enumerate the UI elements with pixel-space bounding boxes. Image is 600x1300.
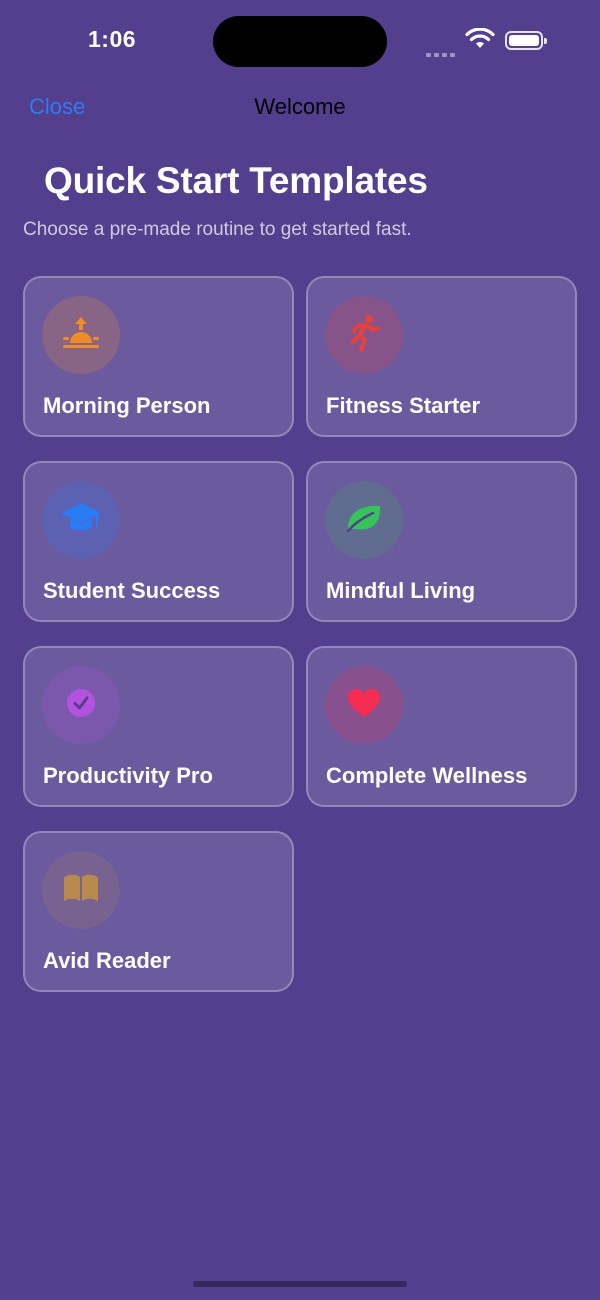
dynamic-island bbox=[213, 16, 387, 67]
page-title: Quick Start Templates bbox=[44, 160, 428, 201]
template-label: Productivity Pro bbox=[43, 763, 213, 788]
graduation-cap-icon bbox=[59, 500, 103, 541]
icon-circle bbox=[325, 296, 403, 374]
template-card-mindful-living[interactable]: Mindful Living bbox=[306, 461, 577, 622]
sunrise-icon bbox=[60, 315, 102, 356]
status-bar: 1:06 bbox=[0, 0, 600, 80]
book-icon bbox=[62, 873, 100, 908]
template-label: Student Success bbox=[43, 578, 221, 603]
template-label: Complete Wellness bbox=[326, 763, 528, 788]
template-card-morning-person[interactable]: Morning Person bbox=[23, 276, 294, 437]
template-label: Avid Reader bbox=[43, 948, 171, 973]
home-indicator[interactable] bbox=[193, 1281, 407, 1287]
heart-icon bbox=[347, 688, 381, 723]
checkmark-circle-icon bbox=[65, 687, 97, 724]
page-subtitle: Choose a pre-made routine to get started… bbox=[23, 219, 412, 240]
cellular-signal-icon bbox=[426, 44, 458, 62]
template-card-student-success[interactable]: Student Success bbox=[23, 461, 294, 622]
app-screen: 1:06 Close Welcome Quick Start Templates… bbox=[0, 0, 600, 1300]
icon-circle bbox=[325, 481, 403, 559]
template-card-complete-wellness[interactable]: Complete Wellness bbox=[306, 646, 577, 807]
template-label: Fitness Starter bbox=[326, 393, 481, 418]
wifi-icon bbox=[465, 27, 495, 55]
template-grid: Morning Person Fitness Starter Student S… bbox=[23, 276, 577, 992]
status-time: 1:06 bbox=[88, 26, 137, 52]
template-label: Mindful Living bbox=[326, 578, 476, 603]
icon-circle bbox=[325, 666, 403, 744]
template-card-avid-reader[interactable]: Avid Reader bbox=[23, 831, 294, 992]
icon-circle bbox=[42, 851, 120, 929]
leaf-icon bbox=[345, 502, 383, 539]
nav-title: Welcome bbox=[254, 94, 346, 119]
icon-circle bbox=[42, 666, 120, 744]
icon-circle bbox=[42, 481, 120, 559]
icon-circle bbox=[42, 296, 120, 374]
template-card-productivity-pro[interactable]: Productivity Pro bbox=[23, 646, 294, 807]
template-card-fitness-starter[interactable]: Fitness Starter bbox=[306, 276, 577, 437]
battery-icon bbox=[505, 31, 547, 50]
template-label: Morning Person bbox=[43, 393, 211, 418]
running-figure-icon bbox=[347, 314, 381, 357]
